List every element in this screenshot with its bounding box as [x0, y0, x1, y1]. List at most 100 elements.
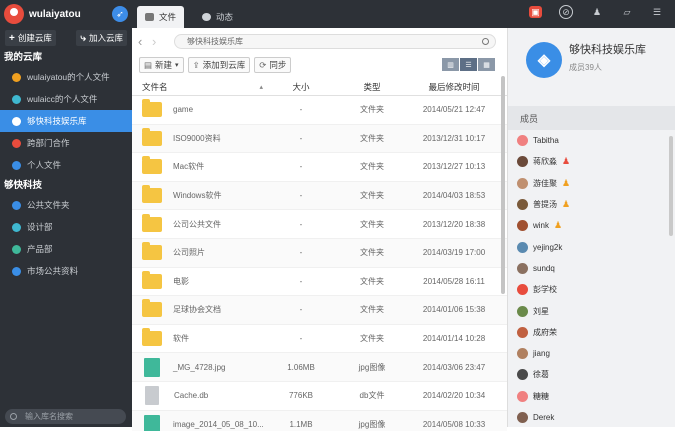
- table-row[interactable]: Cache.db 776KB db文件 2014/02/20 10:34: [132, 382, 507, 411]
- sidebar-item[interactable]: 设计部: [0, 216, 132, 238]
- admin-badge-icon: ♟: [562, 199, 571, 210]
- table-row[interactable]: 公司公共文件 - 文件夹 2013/12/20 18:38: [132, 210, 507, 239]
- avatar: [517, 262, 528, 274]
- grid-view-icon[interactable]: ▦: [478, 58, 496, 71]
- table-row[interactable]: Windows软件 - 文件夹 2014/04/03 18:53: [132, 181, 507, 211]
- rocket-icon[interactable]: ➶: [112, 6, 128, 22]
- file-size: -: [299, 219, 303, 229]
- table-row[interactable]: 软件 - 文件夹 2014/01/14 10:28: [132, 325, 507, 354]
- table-row[interactable]: Mac软件 - 文件夹 2013/12/27 10:13: [132, 153, 507, 182]
- file-name: 电影: [173, 276, 189, 286]
- file-date: 2014/05/08 10:33: [422, 419, 486, 429]
- member-item[interactable]: Tabitha: [508, 130, 675, 151]
- list-view-icon[interactable]: ☰: [460, 58, 478, 71]
- sync-button[interactable]: ⟳ 同步: [254, 57, 292, 73]
- member-item[interactable]: 彭学校: [508, 279, 675, 300]
- search-icon[interactable]: [482, 37, 489, 45]
- member-item[interactable]: 蒋欣淼 ♟: [508, 151, 675, 172]
- file-type: 文件夹: [360, 248, 384, 258]
- member-item[interactable]: wink ♟: [508, 215, 675, 236]
- table-row[interactable]: ISO9000资料 - 文件夹 2013/12/31 10:17: [132, 124, 507, 154]
- user-name[interactable]: wulaiyatou: [29, 9, 112, 20]
- upload-icon: ⇪: [192, 59, 200, 70]
- member-item[interactable]: 成府荣: [508, 322, 675, 343]
- plus-icon: +: [9, 32, 15, 44]
- member-item[interactable]: 糖糖: [508, 386, 675, 407]
- col-size[interactable]: 大小: [267, 81, 335, 93]
- create-library-button[interactable]: + 创建云库: [5, 30, 56, 46]
- table-row[interactable]: image_2014_05_08_10... 1.1MB jpg图像 2014/05/…: [132, 410, 507, 431]
- file-type: 文件夹: [360, 162, 384, 172]
- member-item[interactable]: Derek: [508, 407, 675, 428]
- folder-icon: [142, 99, 162, 118]
- new-button[interactable]: ▤ 新建 ▾: [139, 57, 184, 73]
- file-type: 文件夹: [360, 334, 384, 344]
- table-row[interactable]: 足球协会文档 - 文件夹 2014/01/06 15:38: [132, 296, 507, 325]
- member-scrollbar[interactable]: [669, 136, 673, 236]
- search-icon: [10, 413, 17, 420]
- member-item[interactable]: 刘星: [508, 300, 675, 321]
- member-item[interactable]: jiang: [508, 343, 675, 364]
- member-item[interactable]: 普提汤 ♟: [508, 194, 675, 215]
- path-bar[interactable]: 够快科技娱乐库: [174, 33, 496, 49]
- member-item[interactable]: sundq: [508, 258, 675, 279]
- file-panel: ‹ › 够快科技娱乐库 ▤ 新建 ▾ ⇪ 添加到云库 ⟳ 同步 ▥ ☰ ▦ 文件名 ▴ 大…: [132, 28, 507, 431]
- table-row[interactable]: 电影 - 文件夹 2014/05/28 16:11: [132, 268, 507, 297]
- sidebar-item[interactable]: 公共文件夹: [0, 194, 132, 216]
- sidebar-item[interactable]: 市场公共资料: [0, 260, 132, 282]
- library-icon: [12, 266, 21, 276]
- folder-icon: [142, 299, 162, 318]
- avatar[interactable]: [4, 4, 24, 24]
- table-row[interactable]: 公司照片 - 文件夹 2014/03/19 17:00: [132, 238, 507, 268]
- table-header: 文件名 ▴ 大小 类型 最后修改时间: [132, 78, 507, 96]
- file-name: image_2014_05_08_10...: [173, 419, 264, 429]
- col-date[interactable]: 最后修改时间: [409, 81, 499, 93]
- table-row[interactable]: game - 文件夹 2014/05/21 12:47: [132, 96, 507, 125]
- cart-icon[interactable]: ▣: [529, 6, 542, 18]
- file-size: -: [299, 191, 303, 201]
- thumbnail-view-icon[interactable]: ▥: [442, 58, 460, 71]
- tab-activity[interactable]: 动态: [194, 6, 241, 28]
- library-icon: [12, 116, 21, 126]
- file-name: 软件: [173, 334, 189, 344]
- sidebar-item[interactable]: wulaiyatou的个人文件: [0, 66, 132, 88]
- scrollbar[interactable]: [501, 76, 505, 294]
- admin-badge-icon: ♟: [554, 220, 563, 231]
- file-name: 公司照片: [173, 248, 205, 258]
- folder-icon: [142, 242, 162, 261]
- file-date: 2014/02/20 10:34: [422, 391, 486, 401]
- sidebar-item[interactable]: wulaicc的个人文件: [0, 88, 132, 110]
- sidebar-item[interactable]: 个人文件: [0, 154, 132, 176]
- contacts-icon[interactable]: ♟: [590, 5, 604, 19]
- add-to-library-button[interactable]: ⇪ 添加到云库: [187, 57, 251, 73]
- library-search-input[interactable]: 输入库名搜索: [5, 409, 126, 424]
- join-library-button[interactable]: ⤷ 加入云库: [76, 30, 127, 46]
- avatar: [517, 390, 528, 402]
- file-type: 文件夹: [360, 276, 384, 286]
- member-item[interactable]: 徐葛: [508, 364, 675, 385]
- library-icon: [12, 244, 21, 254]
- table-row[interactable]: _MG_4728.jpg 1.06MB jpg图像 2014/03/06 23:47: [132, 353, 507, 382]
- file-date: 2014/05/28 16:11: [423, 276, 485, 286]
- new-file-icon: ▤: [144, 59, 153, 70]
- forward-icon[interactable]: ›: [152, 34, 166, 49]
- member-item[interactable]: 游佳聚 ♟: [508, 173, 675, 194]
- sidebar-item[interactable]: 够快科技娱乐库: [0, 110, 132, 132]
- file-size: -: [299, 248, 303, 258]
- member-item[interactable]: yejing2k: [508, 236, 675, 257]
- folder-icon: [142, 328, 162, 347]
- col-name[interactable]: 文件名 ▴: [132, 81, 267, 93]
- col-type[interactable]: 类型: [335, 81, 409, 93]
- image-file-icon: [144, 357, 160, 377]
- compass-icon[interactable]: ⊘: [559, 5, 573, 19]
- menu-icon[interactable]: ☰: [650, 5, 664, 19]
- book-icon[interactable]: ▱: [620, 5, 634, 19]
- sidebar-item[interactable]: 跨部门合作: [0, 132, 132, 154]
- file-type: 文件夹: [360, 191, 384, 201]
- tab-files[interactable]: 文件: [137, 6, 185, 28]
- back-icon[interactable]: ‹: [138, 34, 152, 49]
- avatar: [517, 135, 528, 147]
- sidebar-item[interactable]: 产品部: [0, 238, 132, 260]
- top-bar: 文件 动态 ▣ ⊘ ♟ ▱ ☰: [132, 0, 675, 28]
- file-type: 文件夹: [360, 219, 384, 229]
